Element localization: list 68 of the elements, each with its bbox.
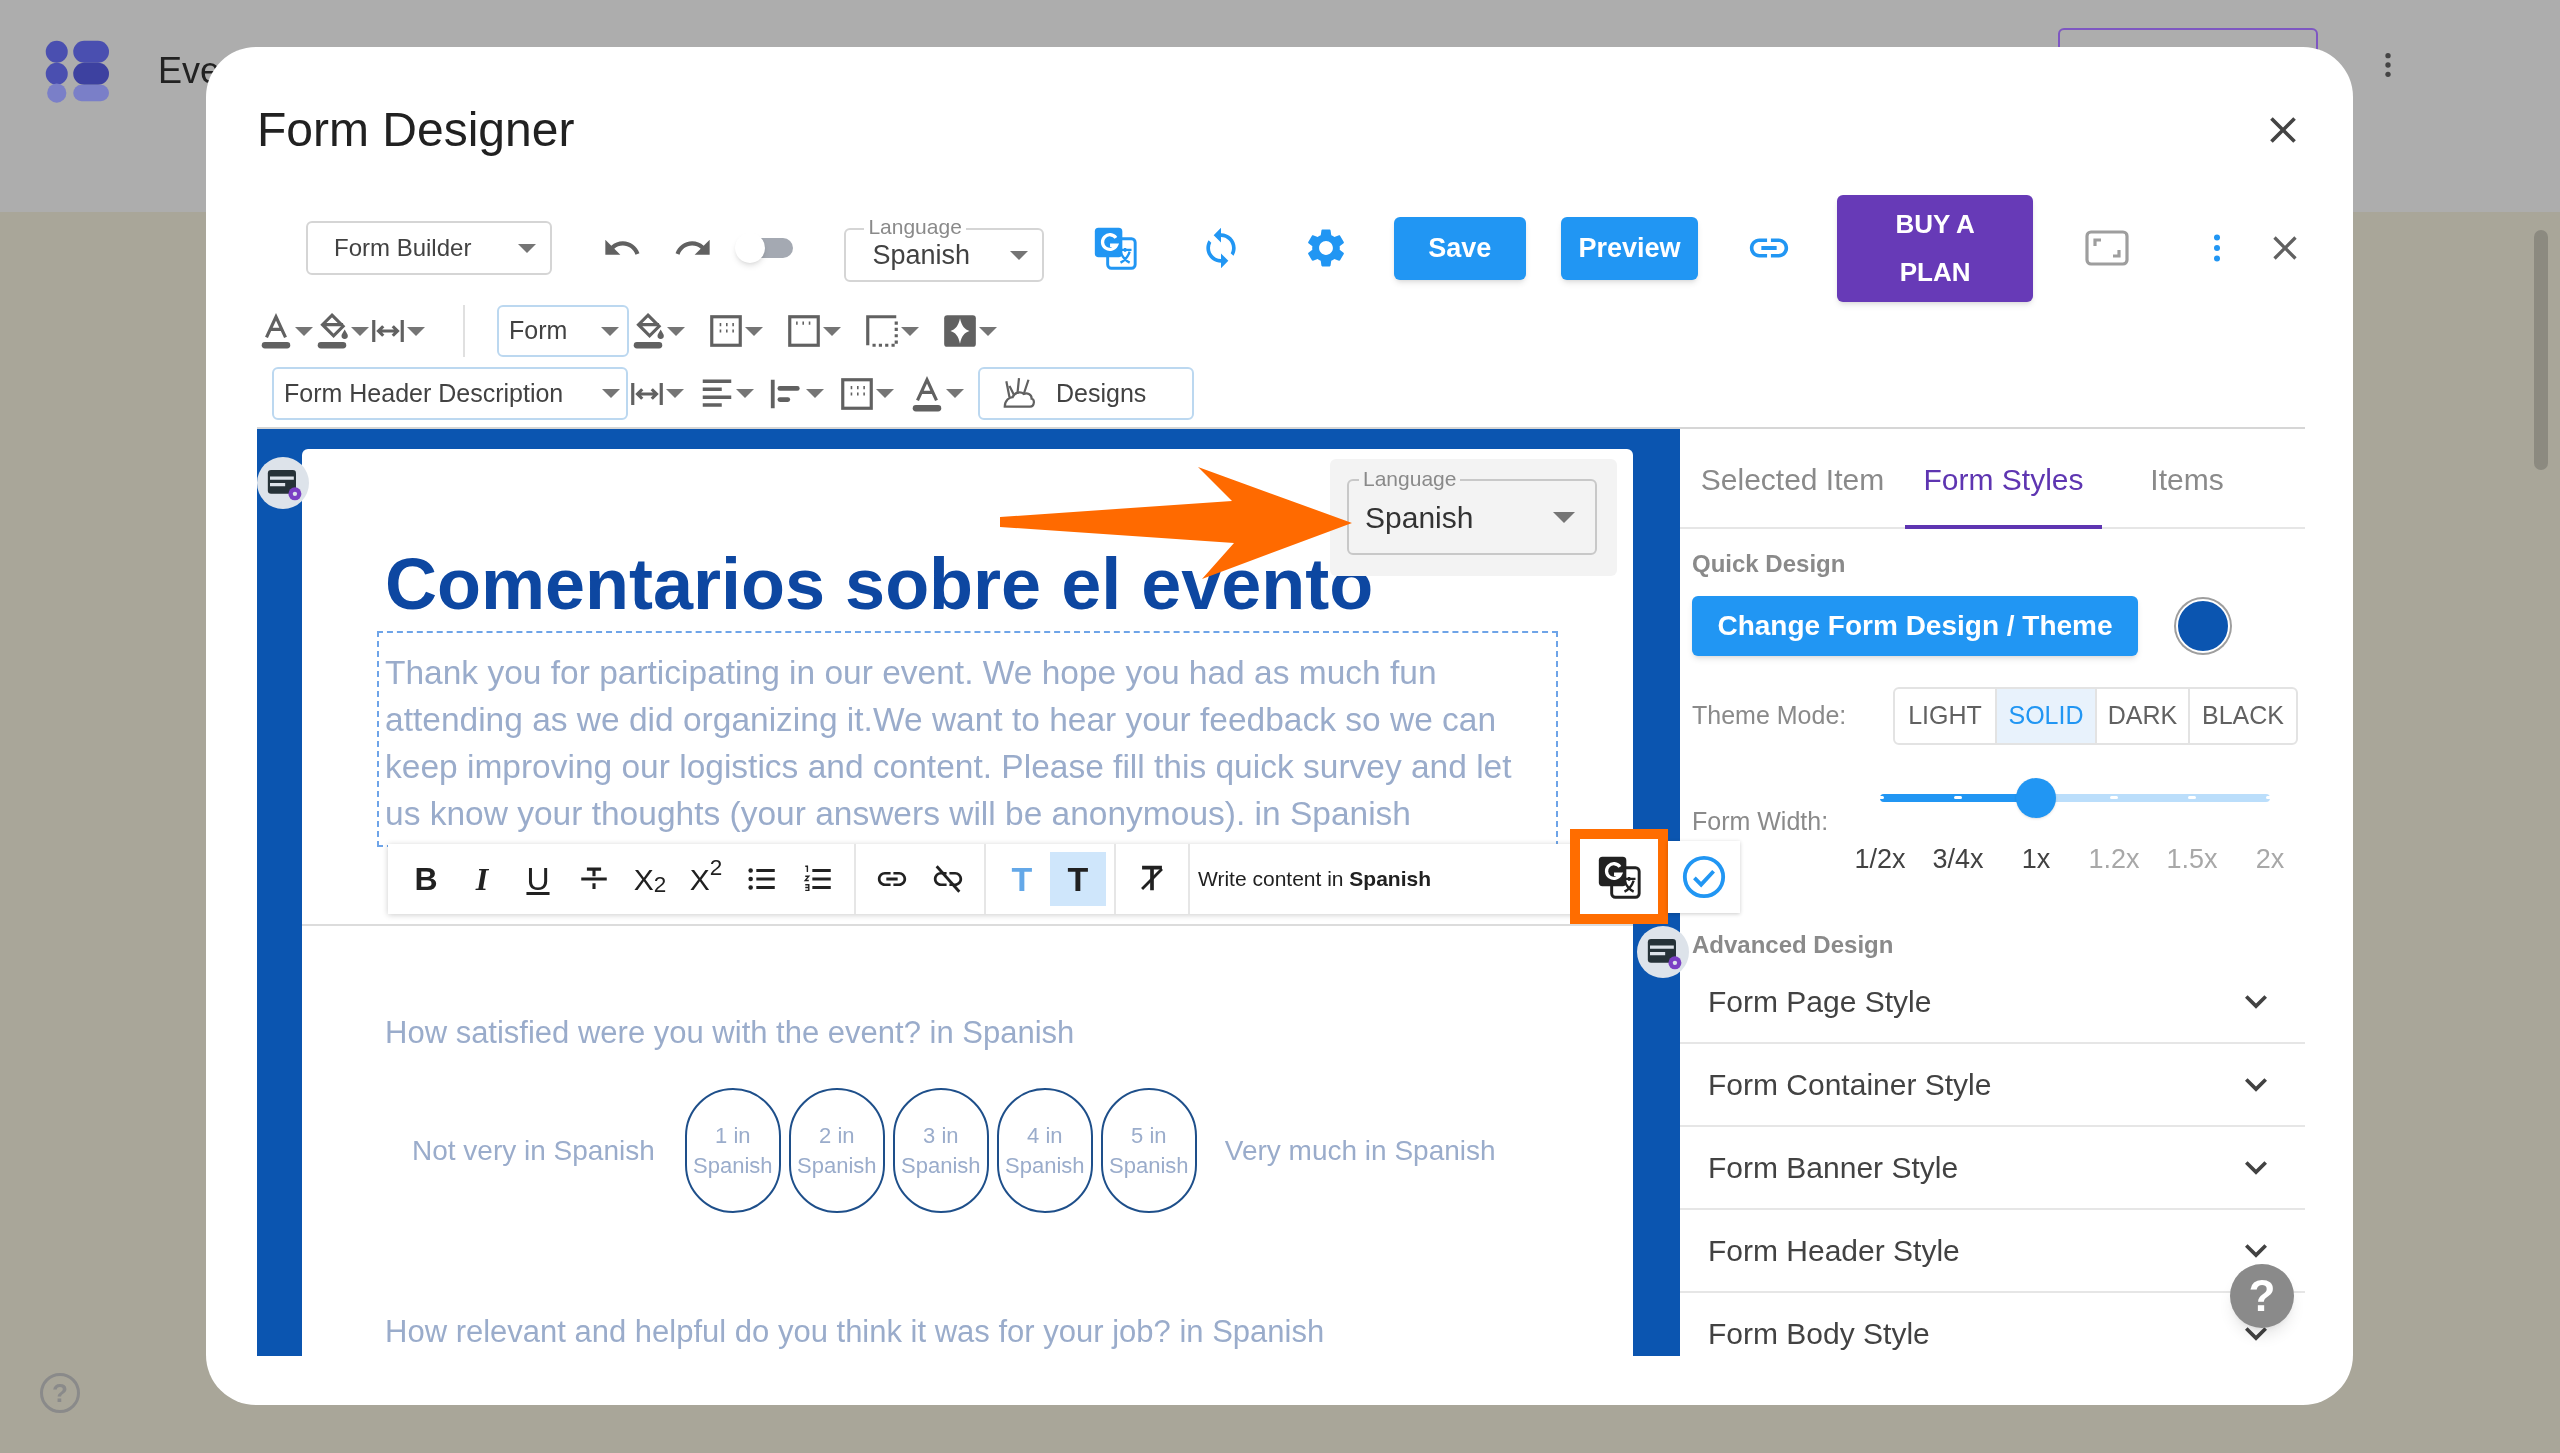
view-select[interactable]: Form Builder: [306, 221, 552, 275]
scale-high-label: Very much in Spanish: [1224, 1133, 1496, 1168]
width-stop-label[interactable]: 1/2x: [1850, 838, 1910, 879]
sparkle-icon[interactable]: [941, 312, 979, 350]
caret-icon: [602, 389, 620, 398]
caret-icon: [295, 326, 313, 336]
translate-icon: [1597, 854, 1641, 899]
editor-hint: Write content in Spanish: [1198, 866, 1432, 893]
accordion-row[interactable]: Form Page Style: [1680, 961, 2305, 1044]
caret-icon: [1009, 250, 1028, 260]
caret-icon: [666, 389, 684, 398]
caret-icon: [901, 326, 919, 336]
caret-icon: [601, 326, 619, 336]
caret-icon: [667, 326, 685, 336]
scrollbar-thumb[interactable]: [2534, 230, 2548, 470]
section-label: Quick Design: [1692, 549, 1847, 576]
scale-low-label: Not very in Spanish: [412, 1133, 655, 1168]
chevron-down-icon: [2245, 1077, 2267, 1092]
panel-tab[interactable]: Form Styles: [1905, 429, 2102, 529]
width-stop-label[interactable]: 1x: [2006, 838, 2066, 879]
grid-icon[interactable]: [707, 312, 745, 350]
highlight-button[interactable]: T: [1050, 852, 1106, 906]
chevron-down-icon: [2245, 1243, 2267, 1258]
translate-button[interactable]: [1580, 839, 1658, 914]
accordion-row[interactable]: Form Banner Style: [1680, 1127, 2305, 1210]
theme-mode-label: Theme Mode:: [1692, 700, 1848, 732]
caret-icon: [407, 326, 425, 336]
subscript-button[interactable]: X$_{2}$: [622, 852, 678, 906]
slider-thumb[interactable]: [2016, 778, 2056, 818]
theme-color-swatch[interactable]: [2176, 599, 2230, 653]
italic-button[interactable]: I: [454, 852, 510, 906]
underline-button[interactable]: U: [510, 852, 566, 906]
caret-icon: [806, 389, 824, 398]
form-description: Thank you for participating in our event. We hope you had as much fun attending as we did organizing it.We want to hear your feedback so we can keep improving our logistics and content. Please fill this quick survey and let us know your thoughts (your answers will be anonymous). in Spanish: [385, 653, 1513, 834]
caret-icon: [736, 389, 754, 398]
theme-mode-option[interactable]: LIGHT: [1895, 689, 1995, 743]
caret-icon: [823, 326, 841, 336]
width-stop-label[interactable]: 3/4x: [1928, 838, 1988, 879]
dialog-title: Form Designer: [257, 102, 575, 158]
designs-button[interactable]: Designs: [978, 367, 1194, 420]
translate-icon[interactable]: [1092, 226, 1137, 270]
buy-plan-button[interactable]: BUY A PLAN: [1837, 194, 2033, 302]
bold-button[interactable]: B: [398, 852, 454, 906]
check-circle-icon: [1681, 854, 1727, 900]
question-text: How relevant and helpful do you think it was for your job? in Spanish: [385, 1313, 1325, 1351]
caret-icon: [979, 326, 997, 336]
border-corner-icon[interactable]: [863, 312, 901, 350]
caret-icon: [351, 326, 369, 336]
form-settings-icon[interactable]: [1637, 926, 1689, 978]
chevron-down-icon: [2245, 1160, 2267, 1175]
caret-icon: [1553, 511, 1575, 523]
section-label: Advanced Design: [1692, 930, 1895, 957]
accordion-row[interactable]: Form Container Style: [1680, 1044, 2305, 1127]
confirm-button[interactable]: [1668, 841, 1740, 913]
scope-select[interactable]: Form: [497, 305, 629, 357]
element-select[interactable]: Form Header Description: [272, 367, 628, 420]
form-settings-icon[interactable]: [257, 457, 309, 509]
caret-icon: [517, 243, 536, 253]
theme-mode-option[interactable]: DARK: [2095, 689, 2188, 743]
superscript-button[interactable]: X$^{2}$: [678, 852, 734, 906]
caret-icon: [946, 389, 964, 398]
caret-icon: [876, 389, 894, 398]
question-text: How satisfied were you with the event? in Spanish: [385, 1014, 1075, 1052]
theme-mode-option[interactable]: BLACK: [2188, 689, 2296, 743]
chevron-down-icon: [2245, 994, 2267, 1009]
caret-icon: [745, 326, 763, 336]
chevron-down-icon: [2245, 1326, 2267, 1341]
border-top-icon[interactable]: [785, 312, 823, 350]
